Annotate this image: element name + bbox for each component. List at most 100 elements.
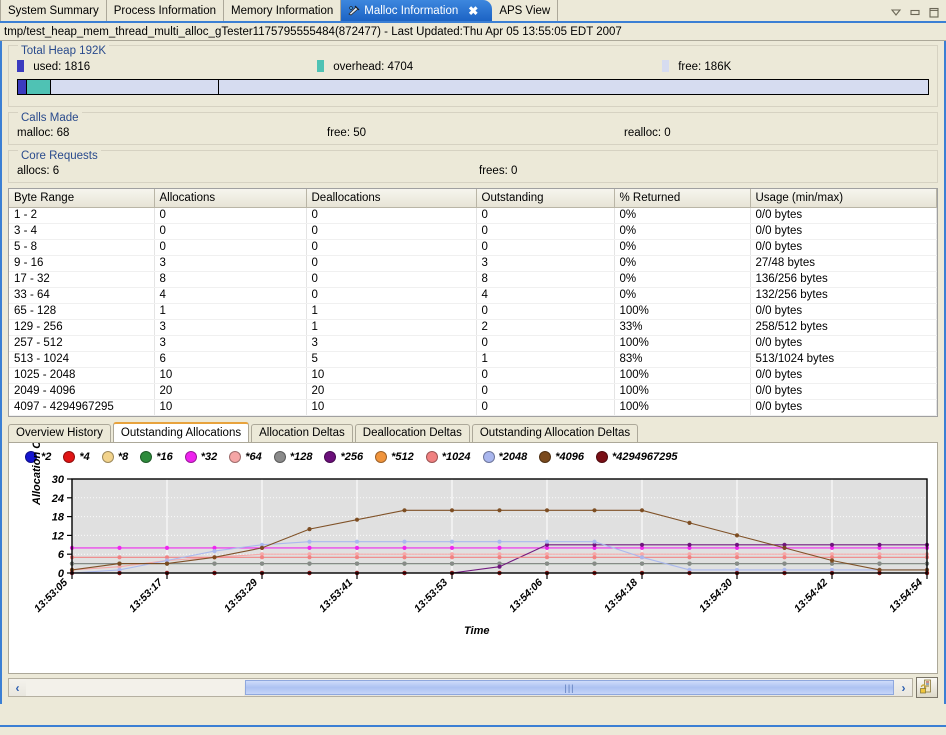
table-cell: 0/0 bytes xyxy=(750,207,937,223)
legend-label: *32 xyxy=(201,451,218,463)
legend-label: *16 xyxy=(156,451,173,463)
table-row[interactable]: 1 - 20000%0/0 bytes xyxy=(9,207,937,223)
heap-used-label: used: 1816 xyxy=(33,61,90,73)
table-row[interactable]: 257 - 512330100%0/0 bytes xyxy=(9,335,937,351)
chart-tab-outstanding-allocations[interactable]: Outstanding Allocations xyxy=(113,422,249,442)
chart-tab-overview-history[interactable]: Overview History xyxy=(8,424,111,442)
minimize-icon[interactable] xyxy=(909,7,921,18)
legend-color-dot xyxy=(324,451,336,463)
total-heap-legend-row: used: 1816 overhead: 4704 free: 186K xyxy=(17,60,929,73)
legend-item[interactable]: *4 xyxy=(63,451,89,463)
legend-item[interactable]: *128 xyxy=(274,451,313,463)
used-color-swatch xyxy=(17,60,24,72)
calls-made-group: Calls Made malloc: 68 free: 50 realloc: … xyxy=(8,112,938,145)
minimize-restore-icon[interactable] xyxy=(890,7,902,18)
table-cell: 5 xyxy=(306,351,476,367)
legend-color-dot xyxy=(185,451,197,463)
tab-process-information[interactable]: Process Information xyxy=(107,0,224,21)
column-header-allocations[interactable]: Allocations xyxy=(154,189,306,207)
table-cell: 10 xyxy=(154,367,306,383)
chart-tab-deallocation-deltas[interactable]: Deallocation Deltas xyxy=(355,424,470,442)
table-cell: 0% xyxy=(614,207,750,223)
scroll-right-arrow-icon[interactable]: › xyxy=(895,679,912,696)
table-row[interactable]: 9 - 163030%27/48 bytes xyxy=(9,255,937,271)
lock-icon xyxy=(920,679,934,697)
tab-malloc-information[interactable]: Malloc Information ✖ xyxy=(341,0,492,21)
legend-color-dot xyxy=(63,451,75,463)
table-row[interactable]: 129 - 25631233%258/512 bytes xyxy=(9,319,937,335)
horizontal-scrollbar[interactable]: ‹ ||| › xyxy=(8,678,913,697)
table-cell: 129 - 256 xyxy=(9,319,154,335)
column-header-usage[interactable]: Usage (min/max) xyxy=(750,189,937,207)
table-cell: 1 xyxy=(306,303,476,319)
heap-free-label: free: 186K xyxy=(678,61,731,73)
realloc-count: realloc: 0 xyxy=(624,127,671,139)
tab-memory-information[interactable]: Memory Information xyxy=(224,0,341,21)
table-cell: 17 - 32 xyxy=(9,271,154,287)
outstanding-allocations-chart-panel: *2*4*8*16*32*64*128*256*512*1024*2048*40… xyxy=(8,442,938,674)
table-cell: 0 xyxy=(306,239,476,255)
heap-usage-bar xyxy=(17,79,929,95)
table-cell: 3 xyxy=(476,255,614,271)
table-row[interactable]: 513 - 102465183%513/1024 bytes xyxy=(9,351,937,367)
table-cell: 100% xyxy=(614,399,750,415)
table-cell: 0 xyxy=(154,239,306,255)
table-row[interactable]: 17 - 328080%136/256 bytes xyxy=(9,271,937,287)
table-cell: 5 - 8 xyxy=(9,239,154,255)
table-row[interactable]: 65 - 128110100%0/0 bytes xyxy=(9,303,937,319)
svg-text:6: 6 xyxy=(58,549,65,561)
chart-tab-outstanding-allocation-deltas[interactable]: Outstanding Allocation Deltas xyxy=(472,424,638,442)
lock-button[interactable] xyxy=(916,677,938,698)
table-cell: 258/512 bytes xyxy=(750,319,937,335)
table-row[interactable]: 1025 - 204810100100%0/0 bytes xyxy=(9,367,937,383)
frees-count: frees: 0 xyxy=(479,165,517,177)
table-cell: 0 xyxy=(306,207,476,223)
legend-item[interactable]: *256 xyxy=(324,451,363,463)
scroll-left-arrow-icon[interactable]: ‹ xyxy=(9,679,26,696)
table-cell: 65 - 128 xyxy=(9,303,154,319)
table-cell: 0 xyxy=(476,223,614,239)
svg-text:13:54:06: 13:54:06 xyxy=(507,576,545,614)
legend-item[interactable]: *4096 xyxy=(539,451,584,463)
column-header-byte-range[interactable]: Byte Range xyxy=(9,189,154,207)
legend-item[interactable]: *64 xyxy=(229,451,262,463)
table-row[interactable]: 3 - 40000%0/0 bytes xyxy=(9,223,937,239)
tab-aps-view[interactable]: APS View xyxy=(492,0,558,21)
column-header-outstanding[interactable]: Outstanding xyxy=(476,189,614,207)
allocs-count: allocs: 6 xyxy=(17,165,479,177)
svg-text:13:54:18: 13:54:18 xyxy=(602,576,640,614)
legend-item[interactable]: *32 xyxy=(185,451,218,463)
table-row[interactable]: 4097 - 429496729510100100%0/0 bytes xyxy=(9,399,937,415)
legend-item[interactable]: *4294967295 xyxy=(596,451,677,463)
maximize-icon[interactable] xyxy=(928,7,940,18)
legend-item[interactable]: *8 xyxy=(102,451,128,463)
legend-item[interactable]: *512 xyxy=(375,451,414,463)
chart-tab-allocation-deltas[interactable]: Allocation Deltas xyxy=(251,424,353,442)
free-color-swatch xyxy=(662,60,669,72)
legend-item[interactable]: *2048 xyxy=(483,451,528,463)
legend-label: *4294967295 xyxy=(612,451,677,463)
table-row[interactable]: 33 - 644040%132/256 bytes xyxy=(9,287,937,303)
table-cell: 513 - 1024 xyxy=(9,351,154,367)
scroll-thumb[interactable]: ||| xyxy=(245,680,894,695)
table-cell: 0/0 bytes xyxy=(750,239,937,255)
close-icon[interactable]: ✖ xyxy=(468,4,478,18)
tab-system-summary[interactable]: System Summary xyxy=(0,0,107,21)
column-header-pct-returned[interactable]: % Returned xyxy=(614,189,750,207)
legend-item[interactable]: *16 xyxy=(140,451,173,463)
legend-color-dot xyxy=(539,451,551,463)
table-row[interactable]: 5 - 80000%0/0 bytes xyxy=(9,239,937,255)
table-row[interactable]: 2049 - 409620200100%0/0 bytes xyxy=(9,383,937,399)
table-cell: 100% xyxy=(614,367,750,383)
column-header-deallocations[interactable]: Deallocations xyxy=(306,189,476,207)
table-cell: 0 xyxy=(306,255,476,271)
svg-text:13:54:42: 13:54:42 xyxy=(792,576,830,614)
legend-item[interactable]: *1024 xyxy=(426,451,471,463)
table-cell: 20 xyxy=(154,383,306,399)
legend-color-dot xyxy=(229,451,241,463)
legend-color-dot xyxy=(426,451,438,463)
table-cell: 0 xyxy=(154,223,306,239)
byte-range-table: Byte Range Allocations Deallocations Out… xyxy=(8,188,938,417)
scroll-track-left[interactable] xyxy=(26,679,244,696)
free-count: free: 50 xyxy=(327,127,624,139)
